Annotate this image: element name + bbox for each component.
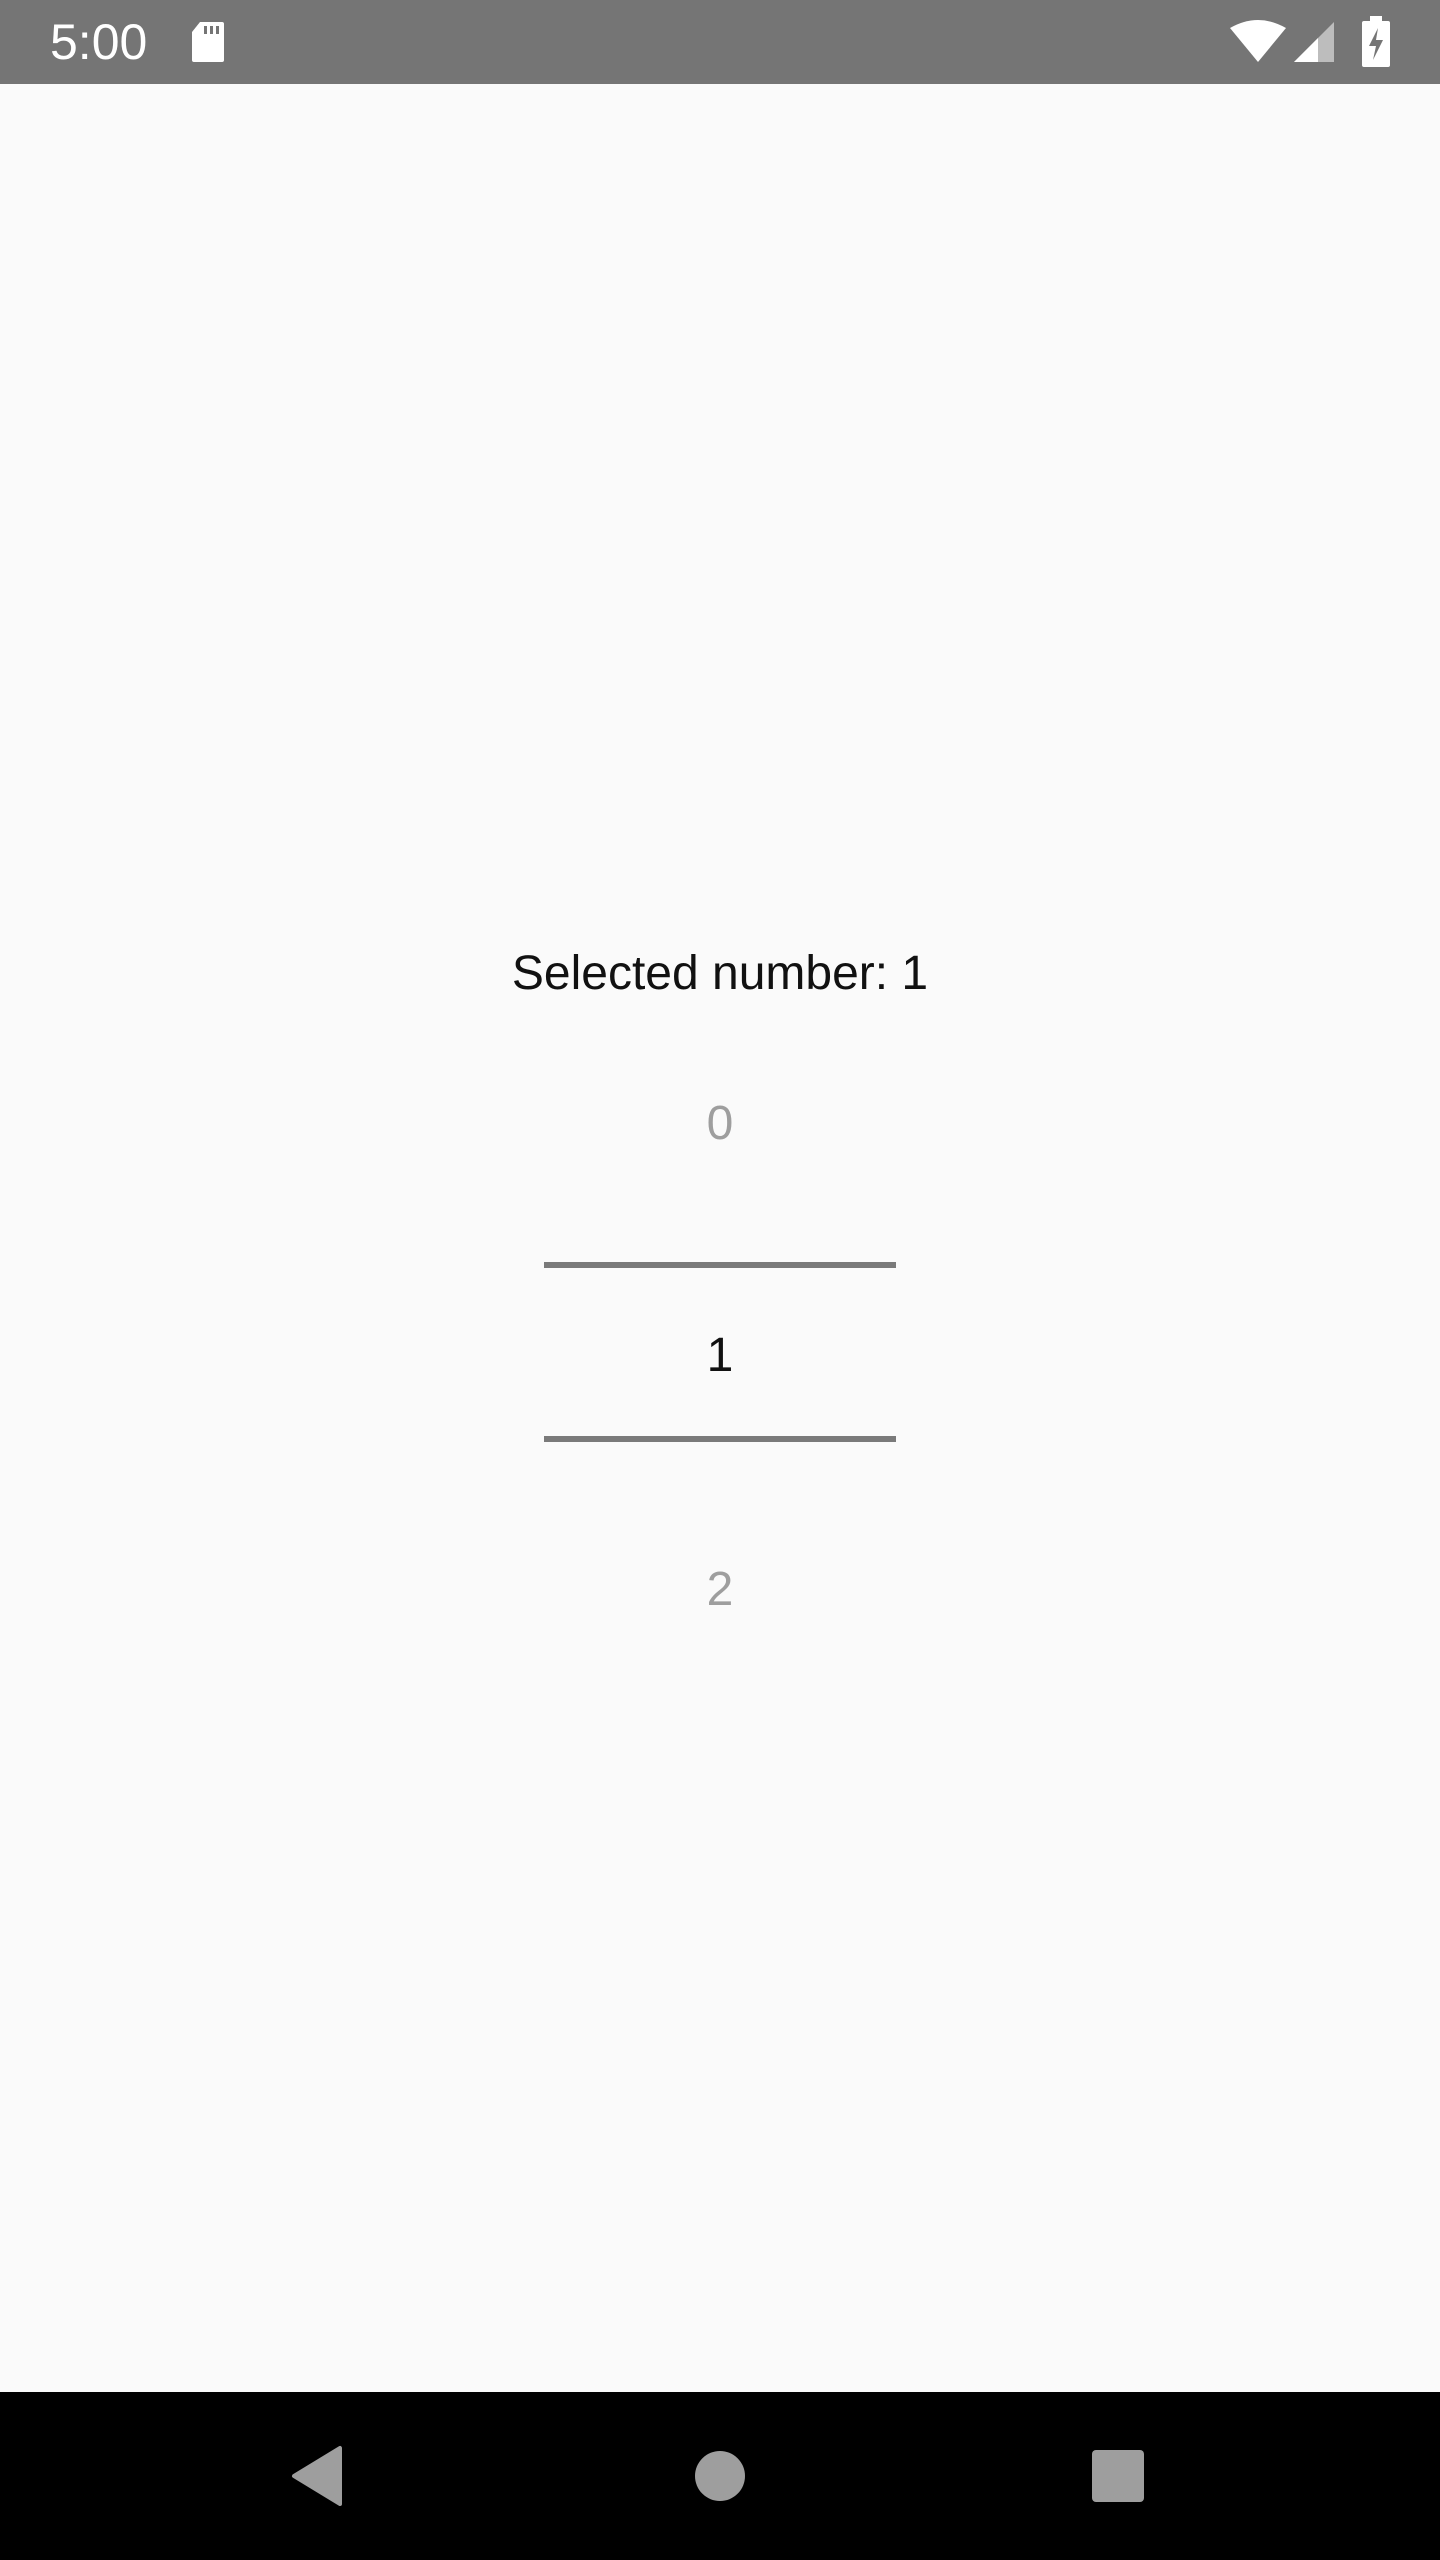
- recents-icon[interactable]: [1078, 2436, 1158, 2516]
- home-icon[interactable]: [680, 2436, 760, 2516]
- main-content: Selected number: 1 0 1 2: [0, 84, 1440, 2392]
- picker-item-selected[interactable]: 1: [544, 1324, 896, 1388]
- cell-signal-icon: [1294, 22, 1334, 62]
- picker-divider-bottom: [544, 1436, 896, 1442]
- sd-card-icon: [192, 22, 224, 62]
- number-picker[interactable]: 0 1 2: [544, 1044, 896, 1624]
- back-icon[interactable]: [276, 2436, 356, 2516]
- picker-item-next[interactable]: 2: [544, 1558, 896, 1622]
- status-time: 5:00: [50, 14, 148, 70]
- status-bar: 5:00: [0, 0, 1440, 84]
- navigation-bar: [0, 2392, 1440, 2560]
- battery-charging-icon: [1362, 16, 1390, 67]
- selected-number-label: Selected number: 1: [511, 947, 929, 1000]
- wifi-icon: [1230, 20, 1286, 62]
- picker-item-previous[interactable]: 0: [544, 1092, 896, 1156]
- picker-divider-top: [544, 1262, 896, 1268]
